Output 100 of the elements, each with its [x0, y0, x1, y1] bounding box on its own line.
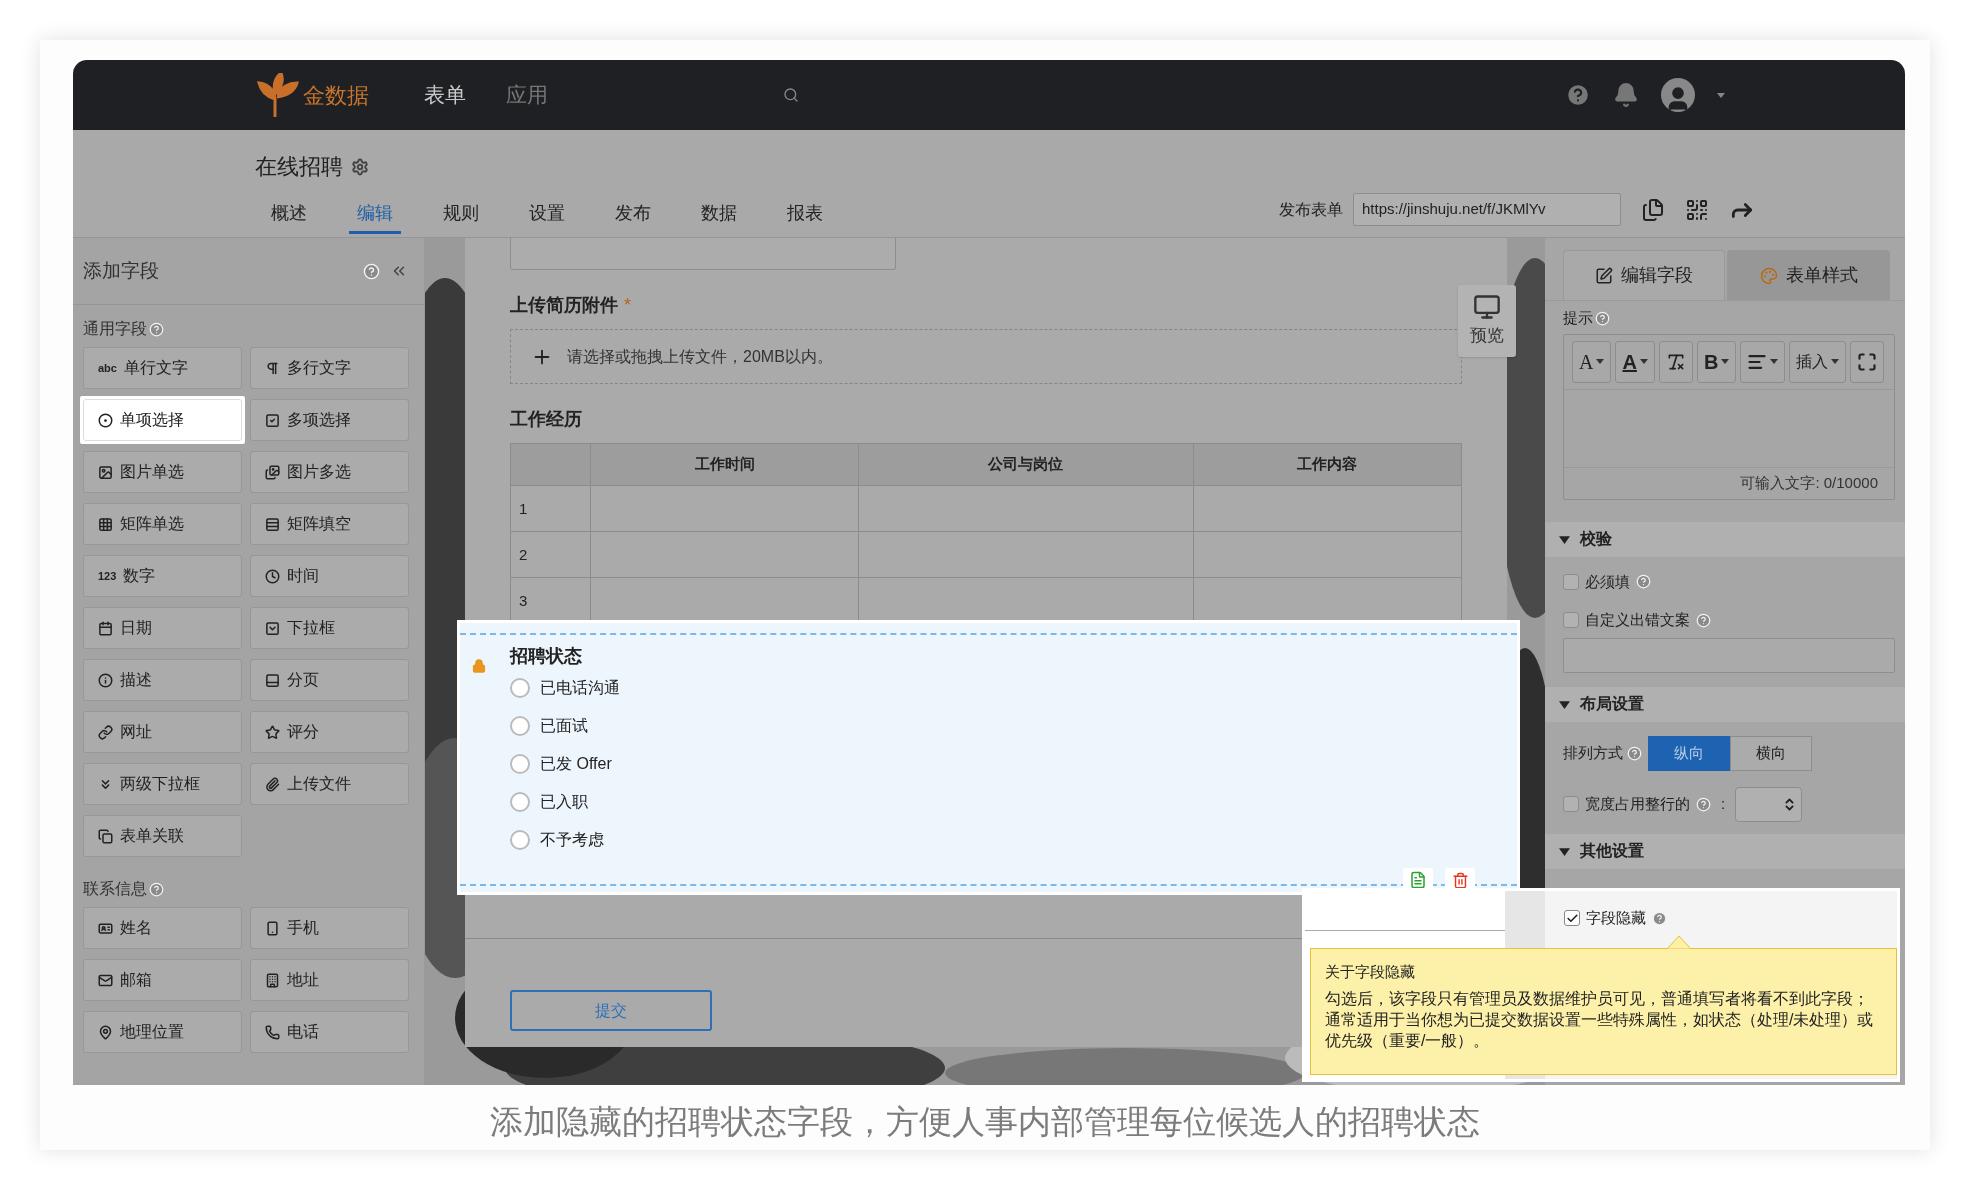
tree-logo-icon	[255, 73, 299, 117]
url-field[interactable]: https://jinshuju.net/f/JKMlYv	[1353, 193, 1621, 226]
preview-button[interactable]: 预览	[1458, 285, 1516, 357]
field-type-button[interactable]: 地址	[250, 959, 409, 1001]
field-type-button[interactable]: abc 单行文字	[83, 347, 242, 389]
caption: 添加隐藏的招聘状态字段，方便人事内部管理每位候选人的招聘状态	[489, 1102, 1481, 1142]
colon-label: :	[1721, 793, 1726, 814]
field-type-button[interactable]: 表单关联	[83, 815, 242, 857]
images-icon	[265, 464, 280, 480]
field-type-button[interactable]: 矩阵填空	[250, 503, 409, 545]
field-type-button[interactable]: 日期	[83, 607, 242, 649]
field-type-button[interactable]: 地理位置	[83, 1011, 242, 1053]
search-icon[interactable]	[783, 87, 799, 103]
radio-button[interactable]	[510, 678, 530, 698]
field-type-button[interactable]: 多项选择	[250, 399, 409, 441]
radio-button[interactable]	[510, 792, 530, 812]
text-field[interactable]	[510, 238, 896, 270]
checkbox-label: 字段隐藏	[1586, 908, 1646, 928]
field-type-button[interactable]: 123 数字	[83, 555, 242, 597]
select-field[interactable]	[1735, 786, 1803, 822]
group-title: 联系信息	[83, 879, 147, 899]
checkbox[interactable]	[1564, 910, 1580, 927]
section-header[interactable]: 布局设置	[1545, 686, 1905, 722]
checkbox[interactable]	[1563, 612, 1579, 629]
field-type-button[interactable]: 多行文字	[250, 347, 409, 389]
field-type-button[interactable]: 邮箱	[83, 959, 242, 1001]
row-number: 1	[510, 485, 591, 532]
field-type-button[interactable]: 图片多选	[250, 451, 409, 493]
tab[interactable]: 设置	[521, 196, 573, 234]
field-type-button[interactable]: 评分	[250, 711, 409, 753]
tooltip-text: 勾选后，该字段只有管理员及数据维护员可见，普通填写者将看不到此字段；通常适用于当你想为已提交数据设置一些特殊属性，如状态（处理/未处理）或优先级（重要/一般）。	[1325, 988, 1875, 1051]
star-icon	[265, 724, 280, 740]
fullscreen-button[interactable]	[1850, 340, 1885, 383]
segment-button[interactable]: 纵向	[1648, 735, 1730, 771]
align-button[interactable]	[1740, 340, 1786, 383]
caret-icon	[1596, 359, 1605, 364]
triangle-down-icon	[1559, 698, 1570, 710]
glyph-label: 123	[98, 568, 117, 584]
help-icon	[1595, 310, 1610, 326]
tab[interactable]: 数据	[693, 196, 745, 234]
rich-text-editor[interactable]: A A B 插入 可输入文字: 0/10000	[1563, 333, 1895, 500]
tab[interactable]: 概述	[263, 196, 315, 234]
field-type-button[interactable]: 电话	[250, 1011, 409, 1053]
copy-icon[interactable]	[1641, 197, 1665, 222]
field-type-button[interactable]: 图片单选	[83, 451, 242, 493]
field-type-button[interactable]: 描述	[83, 659, 242, 701]
radio-button[interactable]	[510, 830, 530, 850]
triangle-down-icon	[1559, 845, 1570, 857]
caret-icon	[1721, 359, 1730, 364]
field-type-button[interactable]: 分页	[250, 659, 409, 701]
field-type-button[interactable]: 上传文件	[250, 763, 409, 805]
telephone-icon	[265, 1024, 280, 1040]
devices-icon	[1473, 293, 1501, 322]
section-header[interactable]: 校验	[1545, 521, 1905, 557]
nav-link[interactable]: 应用	[506, 79, 548, 111]
field-type-button[interactable]: 下拉框	[250, 607, 409, 649]
link-icon	[98, 724, 113, 740]
clear-format-button[interactable]	[1658, 340, 1693, 383]
bell-icon[interactable]	[1613, 82, 1639, 108]
building-icon	[265, 972, 280, 988]
caret-icon	[1639, 359, 1648, 364]
form-title: 在线招聘	[255, 153, 343, 181]
clock-icon	[265, 568, 280, 584]
field-type-button[interactable]: 姓名	[83, 907, 242, 949]
font-color-button[interactable]: A	[1615, 340, 1655, 383]
bold-button[interactable]: B	[1696, 340, 1737, 383]
option-label: 不予考虑	[540, 830, 604, 850]
radio-button[interactable]	[510, 754, 530, 774]
field-type-button[interactable]: 网址	[83, 711, 242, 753]
tab[interactable]: 报表	[779, 196, 831, 234]
field-type-button[interactable]: 单项选择	[83, 399, 242, 441]
radio-button[interactable]	[510, 716, 530, 736]
nav-link[interactable]: 表单	[424, 79, 466, 111]
segment-button[interactable]: 横向	[1730, 735, 1812, 771]
insert-button[interactable]: 插入	[1789, 340, 1847, 383]
radio-icon	[98, 412, 113, 428]
error-message-field[interactable]	[1563, 637, 1895, 673]
qr-code-icon[interactable]	[1685, 197, 1709, 222]
field-type-button[interactable]: 手机	[250, 907, 409, 949]
field-type-button[interactable]: 时间	[250, 555, 409, 597]
checkbox[interactable]	[1563, 573, 1579, 590]
checkbox[interactable]	[1563, 796, 1579, 812]
field-type-button[interactable]: 两级下拉框	[83, 763, 242, 805]
row-number: 2	[510, 531, 591, 578]
help-icon[interactable]	[1565, 82, 1591, 108]
field-type-button[interactable]: 矩阵单选	[83, 503, 242, 545]
panel-title: 添加字段	[83, 258, 159, 283]
panel-tab[interactable]: 编辑字段	[1563, 250, 1725, 300]
tab[interactable]: 规则	[435, 196, 487, 234]
help-icon	[149, 881, 164, 897]
column-header: 公司与岗位	[858, 443, 1194, 486]
help-icon	[1652, 910, 1667, 926]
option-label: 已面试	[540, 716, 588, 736]
section-header[interactable]: 其他设置	[1545, 833, 1905, 869]
panel-tab[interactable]: 表单样式	[1727, 250, 1890, 300]
font-size-button[interactable]: A	[1572, 340, 1612, 383]
column-header: 工作时间	[590, 443, 859, 486]
avatar[interactable]	[1661, 78, 1695, 112]
settings-icon[interactable]	[351, 157, 369, 176]
tab[interactable]: 发布	[607, 196, 659, 234]
